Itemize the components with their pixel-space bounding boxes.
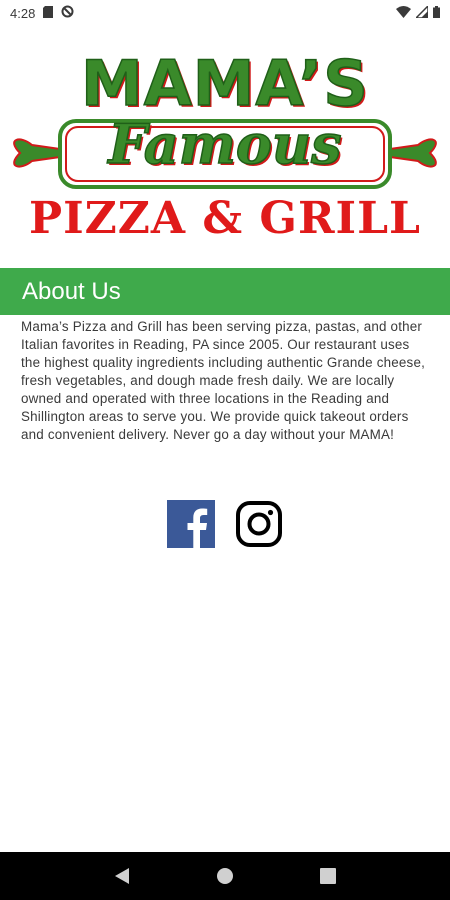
instagram-icon xyxy=(236,501,282,547)
logo-mamas-text: MAMA’S xyxy=(80,47,369,120)
facebook-button[interactable] xyxy=(167,500,215,548)
social-links xyxy=(0,500,450,548)
sd-card-icon xyxy=(43,5,54,21)
system-navigation-bar xyxy=(0,852,450,900)
back-icon xyxy=(114,868,129,884)
logo-pizza-grill-text: PIZZA & GRILL xyxy=(28,193,421,244)
home-button[interactable] xyxy=(215,866,235,886)
battery-icon xyxy=(433,5,440,21)
status-time: 4:28 xyxy=(10,5,36,21)
signal-icon xyxy=(414,3,429,21)
no-data-saver-icon xyxy=(61,5,74,21)
logo-famous-text: Famous xyxy=(108,112,343,176)
about-us-header: About Us xyxy=(0,268,450,315)
about-us-description: Mama’s Pizza and Grill has been serving … xyxy=(21,319,426,442)
status-left: 4:28 xyxy=(10,5,74,21)
about-us-title: About Us xyxy=(22,277,121,305)
instagram-button[interactable] xyxy=(235,500,283,548)
home-icon xyxy=(216,868,233,884)
facebook-icon xyxy=(167,500,215,548)
recents-button[interactable] xyxy=(318,866,338,886)
wifi-icon xyxy=(396,5,411,21)
back-button[interactable] xyxy=(112,866,132,886)
restaurant-logo: MAMA’S Famous PIZZA & GRILL xyxy=(0,45,450,250)
status-right xyxy=(396,3,440,21)
status-bar: 4:28 xyxy=(0,0,450,26)
recents-icon xyxy=(320,868,337,884)
